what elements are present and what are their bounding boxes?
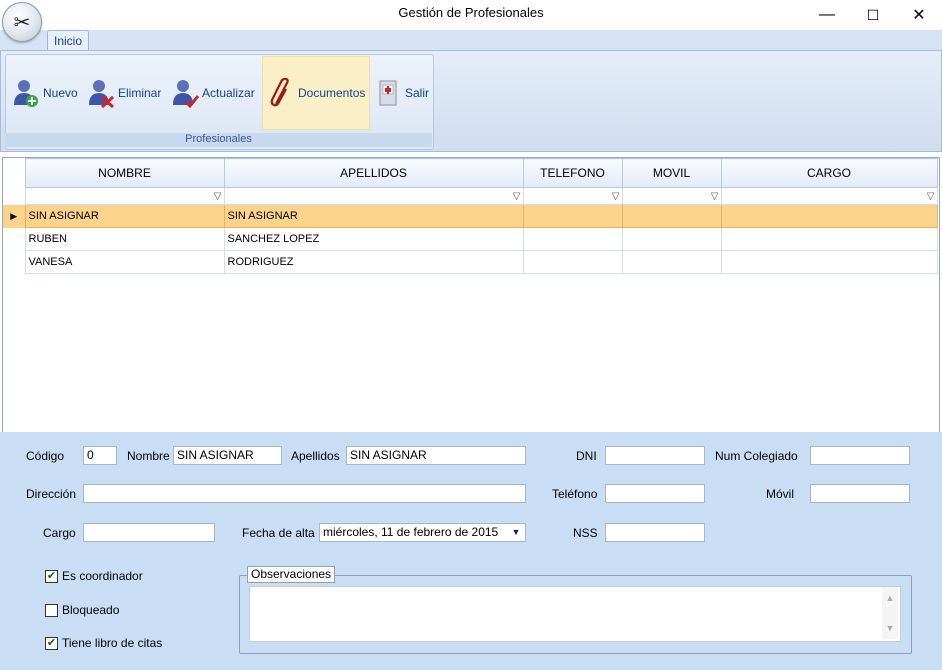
cell-nombre[interactable]: VANESA — [24, 250, 225, 274]
current-row-indicator-icon: ▶ — [3, 204, 25, 228]
filter-cargo[interactable]: ▽ — [720, 187, 938, 205]
documentos-label: Documentos — [298, 86, 366, 100]
scroll-down-icon[interactable]: ▼ — [882, 613, 898, 639]
row-header-corner — [3, 158, 25, 188]
actualizar-label: Actualizar — [202, 86, 255, 100]
cell-movil[interactable] — [621, 227, 722, 251]
salir-button[interactable]: Salir — [374, 56, 432, 130]
eliminar-button[interactable]: Eliminar — [87, 56, 167, 130]
tiene-libro-checkbox[interactable]: ✔ — [45, 637, 58, 650]
es-coordinador-label: Es coordinador — [62, 569, 143, 583]
apellidos-label: Apellidos — [291, 449, 340, 463]
filter-movil[interactable]: ▽ — [621, 187, 722, 205]
cell-nombre[interactable]: SIN ASIGNAR — [24, 204, 225, 228]
bloqueado-label: Bloqueado — [62, 603, 120, 617]
user-delete-icon — [87, 77, 115, 109]
scroll-up-icon[interactable]: ▲ — [882, 587, 898, 613]
application-menu-button[interactable]: ✂ — [2, 2, 42, 42]
cell-cargo[interactable] — [720, 204, 938, 228]
filter-row: ▽ ▽ ▽ ▽ ▽ — [3, 187, 938, 205]
column-header-cargo[interactable]: CARGO — [720, 158, 938, 188]
tiene-libro-label: Tiene libro de citas — [62, 636, 163, 650]
scissors-icon: ✂ — [13, 11, 31, 34]
nss-field[interactable] — [605, 523, 705, 542]
column-header-nombre[interactable]: NOMBRE — [24, 158, 225, 188]
cell-nombre[interactable]: RUBEN — [24, 227, 225, 251]
apellidos-field[interactable]: SIN ASIGNAR — [346, 446, 526, 465]
user-add-icon — [12, 77, 40, 109]
num-colegiado-label: Num Colegiado — [715, 449, 798, 463]
cell-telefono[interactable] — [522, 227, 623, 251]
column-header-movil[interactable]: MOVIL — [621, 158, 722, 188]
column-header-telefono[interactable]: TELEFONO — [522, 158, 623, 188]
cell-telefono[interactable] — [522, 204, 623, 228]
fecha-alta-label: Fecha de alta — [242, 526, 315, 540]
cell-movil[interactable] — [621, 204, 722, 228]
user-update-icon — [171, 77, 200, 109]
table-row[interactable]: VANESA RODRIGUEZ — [3, 250, 938, 274]
nombre-field[interactable]: SIN ASIGNAR — [173, 446, 282, 465]
documentos-button[interactable]: Documentos — [262, 56, 370, 130]
codigo-field[interactable]: 0 — [83, 446, 117, 465]
maximize-button[interactable]: ☐ — [850, 0, 896, 30]
direccion-label: Dirección — [26, 487, 77, 501]
minimize-button[interactable]: — — [804, 0, 850, 30]
table-row[interactable]: ▶ SIN ASIGNAR SIN ASIGNAR — [3, 204, 938, 228]
filter-icon[interactable]: ▽ — [513, 191, 521, 202]
actualizar-button[interactable]: Actualizar — [171, 56, 261, 130]
cargo-field[interactable] — [83, 523, 215, 542]
exit-door-icon — [374, 77, 402, 109]
direccion-field[interactable] — [83, 484, 526, 503]
fecha-alta-picker[interactable]: miércoles, 11 de febrero de 2015 — [319, 523, 526, 542]
paperclip-icon — [267, 77, 295, 109]
telefono-label: Teléfono — [552, 487, 598, 501]
close-button[interactable]: ✕ — [896, 0, 942, 30]
num-colegiado-field[interactable] — [810, 446, 910, 465]
bloqueado-checkbox[interactable] — [45, 604, 58, 617]
cell-apellidos[interactable]: SANCHEZ LOPEZ — [223, 227, 524, 251]
filter-icon[interactable]: ▽ — [214, 191, 222, 202]
cell-apellidos[interactable]: SIN ASIGNAR — [223, 204, 524, 228]
table-row[interactable]: RUBEN SANCHEZ LOPEZ — [3, 227, 938, 251]
cell-telefono[interactable] — [522, 250, 623, 274]
dni-field[interactable] — [605, 446, 705, 465]
eliminar-label: Eliminar — [118, 86, 162, 100]
ribbon-group-label: Profesionales — [5, 133, 432, 147]
cell-cargo[interactable] — [720, 227, 938, 251]
cell-apellidos[interactable]: RODRIGUEZ — [223, 250, 524, 274]
filter-nombre[interactable]: ▽ — [24, 187, 225, 205]
nuevo-button[interactable]: Nuevo — [12, 56, 84, 130]
filter-telefono[interactable]: ▽ — [522, 187, 623, 205]
fecha-alta-value: miércoles, 11 de febrero de 2015 — [323, 525, 499, 539]
window-title: Gestión de Profesionales — [398, 5, 544, 20]
cell-movil[interactable] — [621, 250, 722, 274]
profesionales-grid[interactable]: NOMBRE APELLIDOS TELEFONO MOVIL CARGO ▽ … — [2, 157, 940, 433]
nombre-label: Nombre — [127, 449, 170, 463]
filter-icon[interactable]: ▽ — [927, 191, 935, 202]
ribbon-tab-strip — [0, 30, 942, 50]
salir-label: Salir — [405, 86, 430, 100]
codigo-label: Código — [26, 449, 65, 463]
observaciones-textarea[interactable] — [249, 586, 901, 642]
telefono-field[interactable] — [605, 484, 705, 503]
chevron-down-icon[interactable]: ▼ — [508, 525, 524, 540]
movil-label: Móvil — [766, 487, 795, 501]
column-header-apellidos[interactable]: APELLIDOS — [223, 158, 524, 188]
movil-field[interactable] — [810, 484, 910, 503]
nss-label: NSS — [573, 526, 598, 540]
dni-label: DNI — [576, 449, 597, 463]
observaciones-scrollbar[interactable]: ▲ ▼ — [882, 587, 898, 639]
es-coordinador-checkbox[interactable]: ✔ — [45, 570, 58, 583]
tab-inicio[interactable]: Inicio — [47, 30, 89, 51]
nuevo-label: Nuevo — [43, 86, 78, 100]
observaciones-label: Observaciones — [247, 566, 336, 583]
filter-icon[interactable]: ▽ — [711, 191, 719, 202]
cell-cargo[interactable] — [720, 250, 938, 274]
cargo-label: Cargo — [43, 526, 76, 540]
filter-icon[interactable]: ▽ — [612, 191, 620, 202]
filter-apellidos[interactable]: ▽ — [223, 187, 524, 205]
